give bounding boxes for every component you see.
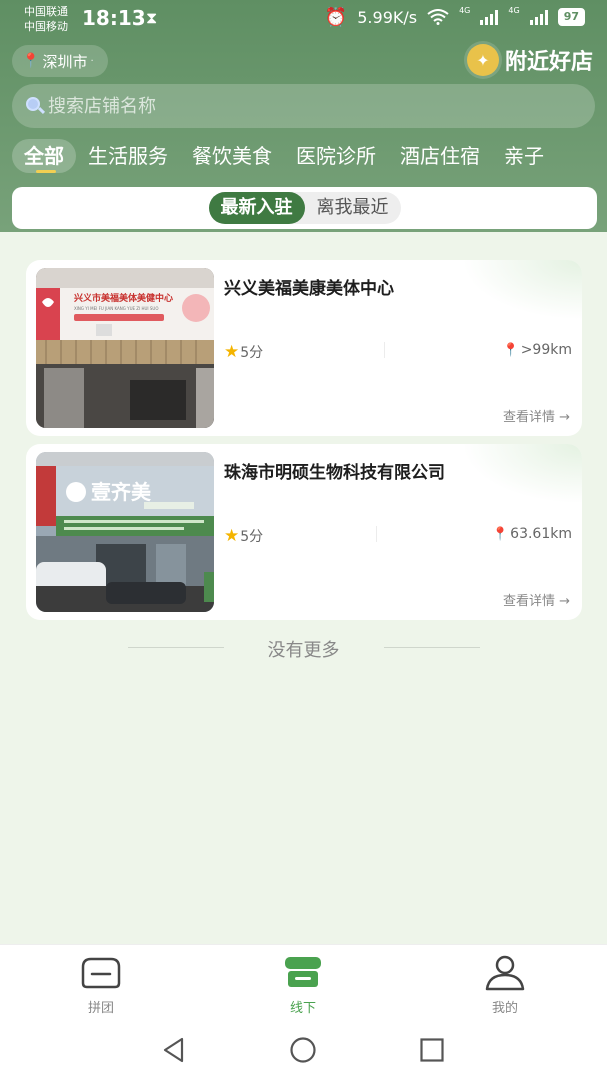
signal-icon-1 — [480, 9, 499, 25]
store-name: 珠海市明硕生物科技有限公司 — [224, 463, 445, 483]
sort-bar: 最新入驻 离我最近 — [12, 187, 597, 229]
status-icons: ⏰ 5.99K/s 4G 4G 97 — [325, 6, 585, 28]
network-type-2: 4G — [508, 6, 520, 15]
store-distance: 📍 >99km — [503, 342, 572, 358]
sort-toggle: 最新入驻 离我最近 — [208, 192, 401, 224]
wifi-icon — [427, 9, 449, 25]
carrier-info: 中国联通 中国移动 — [24, 4, 68, 34]
divider-right — [384, 647, 480, 648]
search-icon — [26, 97, 46, 115]
tab-food[interactable]: 餐饮美食 — [180, 139, 284, 173]
list-end-text: 没有更多 — [267, 640, 340, 661]
store-rating: ★ 5分 — [224, 342, 263, 362]
battery-icon: 97 — [557, 8, 585, 26]
view-details-link[interactable]: 查看详情 → — [503, 406, 570, 425]
nav-item-offline[interactable]: 线下 — [253, 953, 353, 1016]
location-selector[interactable]: 📍 深圳市 · — [12, 45, 108, 77]
bottom-nav: 拼团 线下 我的 — [0, 944, 607, 1020]
sort-newest-button[interactable]: 最新入驻 — [208, 192, 305, 224]
tab-hotels[interactable]: 酒店住宿 — [388, 139, 492, 173]
carrier-1: 中国联通 — [24, 5, 68, 18]
network-type-1: 4G — [459, 6, 471, 15]
store-sign-text: 兴义市美福美体美健中心 — [74, 292, 173, 304]
signal-icon-2 — [529, 9, 548, 25]
nav-label-offline: 线下 — [289, 1001, 316, 1016]
clock: 18:13 — [82, 6, 146, 30]
nav-item-profile[interactable]: 我的 — [455, 953, 555, 1016]
search-input[interactable] — [48, 95, 548, 117]
page-title-text: 附近好店 — [504, 50, 593, 75]
alarm-icon: ⏰ — [324, 6, 348, 28]
tab-clinics[interactable]: 医院诊所 — [284, 139, 388, 173]
star-icon: ★ — [224, 526, 240, 546]
store-distance: 📍 63.61km — [492, 526, 572, 542]
store-rating-value: 5分 — [240, 529, 264, 545]
sparkle-icon: ✦ — [466, 44, 499, 76]
view-details-link[interactable]: 查看详情 → — [503, 590, 570, 609]
tab-all[interactable]: 全部 — [12, 139, 76, 173]
store-sign-text: 壹齐美 — [91, 480, 152, 504]
store-photo: 壹齐美 — [36, 452, 214, 612]
offline-store-icon — [285, 957, 321, 987]
store-list: 兴义市美福美体美健中心 XING YI MEI FU JIAN KANG YUE… — [26, 260, 582, 628]
nav-item-group-buy[interactable]: 拼团 — [51, 953, 151, 1016]
page-title: ✦ 附近好店 — [466, 44, 593, 76]
store-card[interactable]: 壹齐美 珠海市明硕生物科技有限公司 ★ 5分 📍 63.61km 查看详情 → — [26, 444, 582, 620]
group-buy-icon — [81, 957, 121, 989]
dropdown-dot-icon: · — [90, 55, 94, 67]
store-rating-value: 5分 — [240, 345, 264, 361]
location-pin-icon: 📍 — [22, 53, 40, 69]
nav-label-profile: 我的 — [491, 1001, 518, 1016]
tab-life-services[interactable]: 生活服务 — [76, 139, 180, 173]
store-distance-value: 63.61km — [510, 526, 572, 542]
store-name: 兴义美福美康美体中心 — [224, 279, 394, 299]
nav-label-group-buy: 拼团 — [87, 1001, 114, 1016]
home-icon[interactable] — [289, 1036, 317, 1064]
tab-parent-child[interactable]: 亲子 — [492, 139, 556, 173]
store-sign-subtext: XING YI MEI FU JIAN KANG YUE ZI HUI SUO — [74, 306, 158, 311]
location-label: 深圳市 — [42, 52, 88, 71]
carrier-2: 中国移动 — [24, 20, 68, 33]
divider — [384, 342, 385, 358]
star-icon: ★ — [224, 342, 240, 362]
store-distance-value: >99km — [520, 342, 572, 358]
category-tabs: 全部 生活服务 餐饮美食 医院诊所 酒店住宿 亲子 — [12, 138, 607, 174]
divider — [376, 526, 377, 542]
store-rating: ★ 5分 — [224, 526, 263, 546]
location-pin-icon: 📍 — [491, 526, 509, 542]
recents-icon[interactable] — [418, 1036, 446, 1064]
store-photo: 兴义市美福美体美健中心 XING YI MEI FU JIAN KANG YUE… — [36, 268, 214, 428]
location-pin-icon: 📍 — [502, 342, 519, 358]
network-speed: 5.99K/s — [357, 7, 418, 27]
status-bar: 中国联通 中国移动 18:13 ⧗ ⏰ 5.99K/s 4G 4G 97 — [0, 0, 607, 38]
hourglass-icon: ⧗ — [146, 8, 158, 27]
system-nav-bar — [0, 1020, 607, 1080]
search-bar[interactable] — [12, 84, 595, 128]
store-card[interactable]: 兴义市美福美体美健中心 XING YI MEI FU JIAN KANG YUE… — [26, 260, 582, 436]
profile-icon — [485, 955, 525, 991]
back-icon[interactable] — [160, 1036, 188, 1064]
sort-nearest-button[interactable]: 离我最近 — [305, 192, 401, 224]
